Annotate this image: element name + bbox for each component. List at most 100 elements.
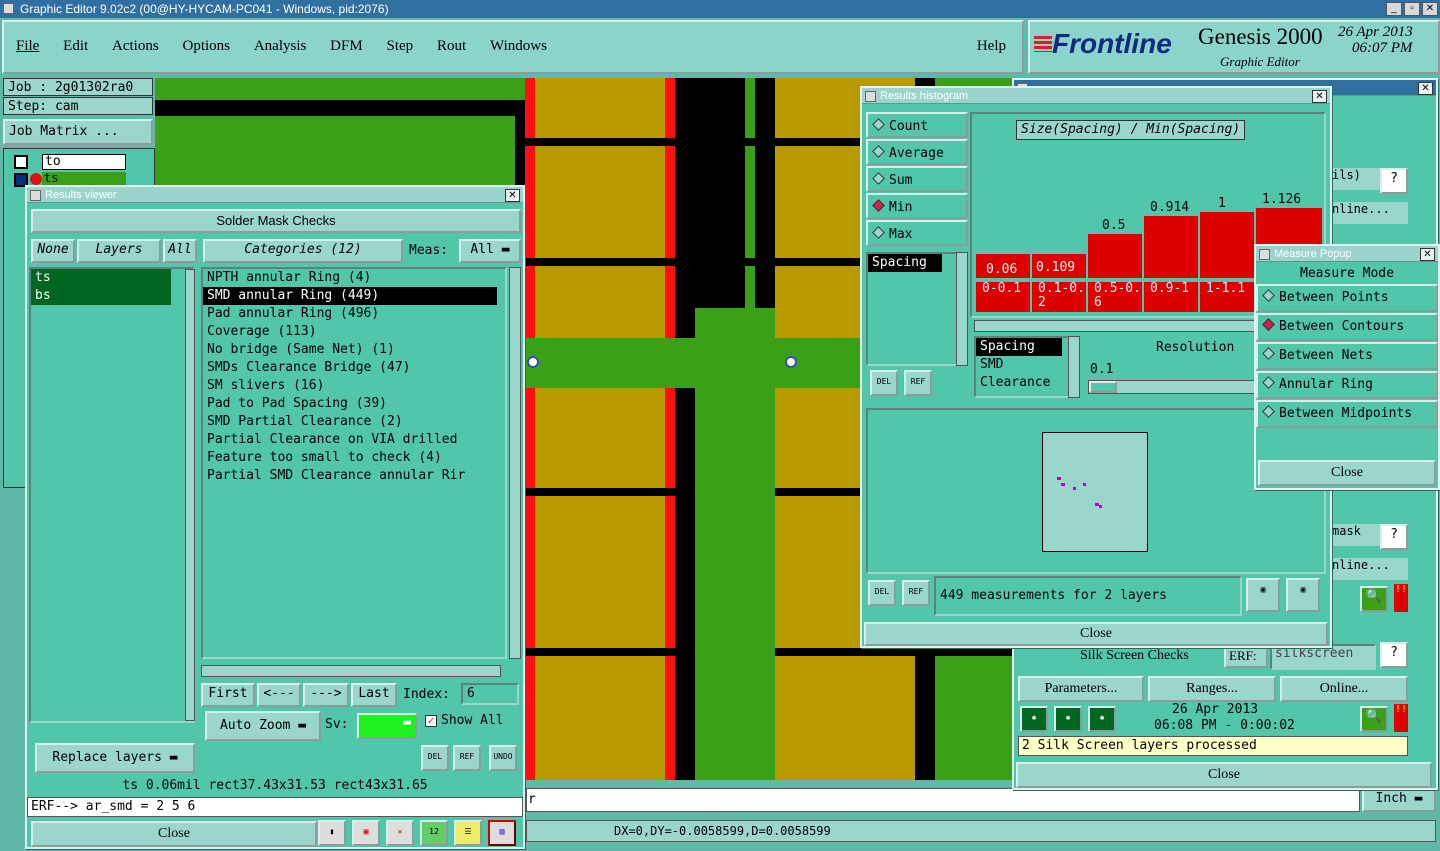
- sv-color-select[interactable]: ▬: [357, 713, 417, 739]
- help-button[interactable]: ?: [1380, 524, 1408, 550]
- results-close-button[interactable]: Close: [31, 821, 317, 847]
- list-item[interactable]: No bridge (Same Net) (1): [203, 341, 505, 359]
- close-icon[interactable]: ✕: [1420, 248, 1435, 261]
- layer-list[interactable]: ts bs: [29, 267, 195, 723]
- next-button[interactable]: --->: [303, 683, 349, 707]
- run-icon[interactable]: ✱: [1020, 706, 1048, 732]
- first-button[interactable]: First: [201, 683, 255, 707]
- list-item[interactable]: Clearance: [976, 374, 1068, 392]
- run-icon[interactable]: ✱: [1088, 706, 1116, 732]
- menu-edit[interactable]: Edit: [63, 38, 88, 54]
- list-item[interactable]: Pad to Pad Spacing (39): [203, 395, 505, 413]
- minimize-button[interactable]: _: [1386, 2, 1402, 16]
- list-item[interactable]: SMDs Clearance Bridge (47): [203, 359, 505, 377]
- sub-metric-list[interactable]: Spacing SMD Clearance: [974, 336, 1070, 398]
- radio-average[interactable]: Average: [866, 139, 968, 165]
- radio-between-contours[interactable]: Between Contours: [1256, 313, 1438, 341]
- layer-row-ts[interactable]: ts: [42, 172, 126, 186]
- close-icon[interactable]: ✕: [1312, 90, 1327, 103]
- all-button[interactable]: All: [163, 239, 197, 263]
- zoom-icon[interactable]: 🔍: [1360, 706, 1388, 732]
- histogram-close-button[interactable]: Close: [864, 622, 1328, 646]
- histogram-icon[interactable]: ▥: [488, 820, 516, 846]
- list-item[interactable]: Coverage (113): [203, 323, 505, 341]
- show-all-checkbox[interactable]: ✓: [425, 715, 437, 727]
- menu-help[interactable]: Help: [977, 38, 1006, 55]
- menu-rout[interactable]: Rout: [437, 38, 466, 54]
- list-item[interactable]: SMD: [976, 356, 1068, 374]
- zoom-in-icon[interactable]: ▣: [1246, 578, 1280, 612]
- list-item[interactable]: Spacing: [976, 338, 1062, 356]
- index-input[interactable]: 6: [461, 683, 519, 705]
- layer-checkbox[interactable]: [14, 155, 28, 169]
- tool-icon[interactable]: ▣: [352, 820, 380, 846]
- menu-analysis[interactable]: Analysis: [254, 38, 307, 54]
- menu-dfm[interactable]: DFM: [330, 38, 363, 54]
- prompt-field[interactable]: [526, 788, 1360, 812]
- prev-button[interactable]: <---: [257, 683, 301, 707]
- checklist-row-label[interactable]: nline...: [1332, 558, 1408, 580]
- menu-windows[interactable]: Windows: [490, 38, 547, 54]
- help-button[interactable]: ?: [1380, 168, 1408, 194]
- list-item[interactable]: Spacing: [868, 254, 942, 272]
- ref-button[interactable]: REF: [453, 745, 481, 771]
- job-matrix-button[interactable]: Job Matrix ...: [3, 119, 153, 145]
- del-button[interactable]: DEL: [421, 745, 449, 771]
- list-item[interactable]: SMD annular Ring (449): [203, 287, 497, 305]
- category-list[interactable]: NPTH annular Ring (4) SMD annular Ring (…: [201, 267, 507, 659]
- del-button[interactable]: DEL: [868, 580, 896, 606]
- list-item[interactable]: bs: [31, 287, 171, 305]
- categories-button[interactable]: Categories (12): [203, 239, 403, 263]
- tool-icon[interactable]: ☰: [454, 820, 482, 846]
- menu-options[interactable]: Options: [183, 38, 231, 54]
- radio-between-points[interactable]: Between Points: [1256, 284, 1438, 312]
- metric-list[interactable]: Spacing: [866, 252, 960, 366]
- zoom-icon[interactable]: 🔍: [1360, 586, 1388, 612]
- list-item[interactable]: NPTH annular Ring (4): [203, 269, 505, 287]
- tool-icon[interactable]: 12: [420, 820, 448, 846]
- radio-min[interactable]: Min: [866, 193, 968, 219]
- close-icon[interactable]: ✕: [1418, 82, 1433, 95]
- menu-file[interactable]: File: [16, 38, 39, 54]
- ref-button[interactable]: REF: [902, 580, 930, 606]
- tool-icon[interactable]: ✕: [386, 820, 414, 846]
- menu-step[interactable]: Step: [387, 38, 414, 54]
- menu-actions[interactable]: Actions: [112, 38, 159, 54]
- checklist-close-button[interactable]: Close: [1016, 762, 1432, 788]
- layer-list-scrollbar[interactable]: [185, 269, 195, 721]
- parameters-button[interactable]: Parameters...: [1018, 676, 1144, 702]
- ranges-button[interactable]: Ranges...: [1148, 676, 1276, 702]
- checklist-row-label[interactable]: nline...: [1332, 202, 1408, 224]
- last-button[interactable]: Last: [351, 683, 397, 707]
- help-button[interactable]: ?: [1380, 642, 1408, 668]
- ref-button[interactable]: REF: [904, 370, 932, 396]
- list-item[interactable]: SM slivers (16): [203, 377, 505, 395]
- none-button[interactable]: None: [31, 239, 75, 263]
- metric-list-scrollbar[interactable]: [956, 252, 968, 366]
- category-vscrollbar[interactable]: [509, 267, 521, 659]
- list-item[interactable]: ts: [31, 269, 171, 287]
- measure-close-button[interactable]: Close: [1258, 460, 1436, 486]
- list-item[interactable]: Feature too small to check (4): [203, 449, 505, 467]
- layers-button[interactable]: Layers: [77, 239, 161, 263]
- close-icon[interactable]: ✕: [505, 189, 520, 202]
- radio-annular-ring[interactable]: Annular Ring: [1256, 371, 1438, 399]
- run-icon[interactable]: ✱: [1054, 706, 1082, 732]
- close-window-button[interactable]: ✕: [1422, 2, 1438, 16]
- list-item[interactable]: Partial Clearance on VIA drilled: [203, 431, 505, 449]
- meas-select[interactable]: All ▬: [459, 239, 521, 263]
- sub-list-scrollbar[interactable]: [1068, 336, 1080, 398]
- radio-between-midpoints[interactable]: Between Midpoints: [1256, 400, 1438, 428]
- radio-count[interactable]: Count: [866, 112, 968, 138]
- undo-button[interactable]: UNDO: [489, 745, 517, 771]
- radio-max[interactable]: Max: [866, 220, 968, 246]
- layer-row-to[interactable]: to: [42, 154, 126, 170]
- radio-sum[interactable]: Sum: [866, 166, 968, 192]
- units-select[interactable]: Inch ▬: [1362, 788, 1436, 812]
- maximize-button[interactable]: ▫: [1404, 2, 1420, 16]
- list-item[interactable]: Partial SMD Clearance annular Rir: [203, 467, 505, 485]
- tool-icon[interactable]: ▮: [318, 820, 346, 846]
- auto-zoom-select[interactable]: Auto Zoom ▬: [205, 711, 321, 741]
- list-item[interactable]: Pad annular Ring (496): [203, 305, 505, 323]
- list-item[interactable]: SMD Partial Clearance (2): [203, 413, 505, 431]
